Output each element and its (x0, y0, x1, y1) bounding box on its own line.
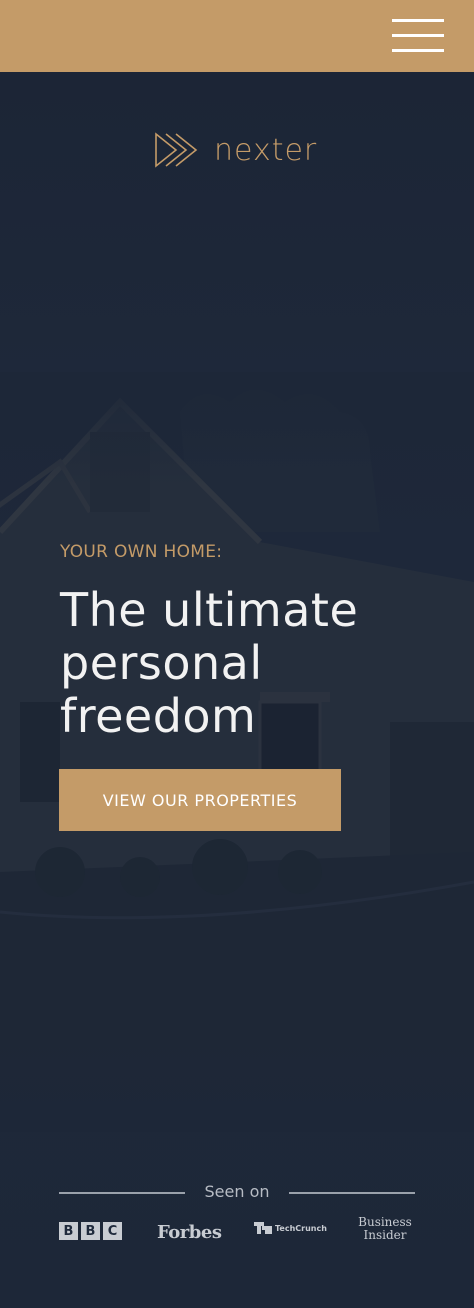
top-bar (0, 0, 474, 72)
view-properties-button[interactable]: VIEW OUR PROPERTIES (59, 769, 341, 831)
seen-on-divider: Seen on (59, 1180, 415, 1206)
triangles-logo-icon (155, 132, 198, 168)
divider-line-right (289, 1192, 415, 1194)
bbc-letter: B (59, 1222, 78, 1240)
insider-line-2: Insider (363, 1228, 407, 1242)
techcrunch-wordmark: TechCrunch (275, 1223, 327, 1233)
hamburger-menu-icon[interactable] (390, 18, 446, 54)
bbc-logo: B B C (59, 1222, 122, 1240)
techcrunch-mark-icon (254, 1222, 272, 1234)
house-background-image (0, 372, 474, 1132)
hero-eyebrow: YOUR OWN HOME: (60, 542, 223, 562)
brand-logo[interactable]: nexter (154, 130, 324, 170)
hero-section: nexter YOUR OWN HOME: The ultimate perso… (0, 72, 474, 1308)
business-insider-logo: Business Insider (352, 1216, 418, 1242)
hero-headline: The ultimate personal freedom (60, 583, 359, 743)
techcrunch-logo: TechCrunch (254, 1222, 327, 1234)
brand-name: nexter (214, 132, 318, 168)
forbes-logo: Forbes (157, 1222, 222, 1243)
bbc-letter: B (81, 1222, 100, 1240)
bbc-letter: C (103, 1222, 122, 1240)
